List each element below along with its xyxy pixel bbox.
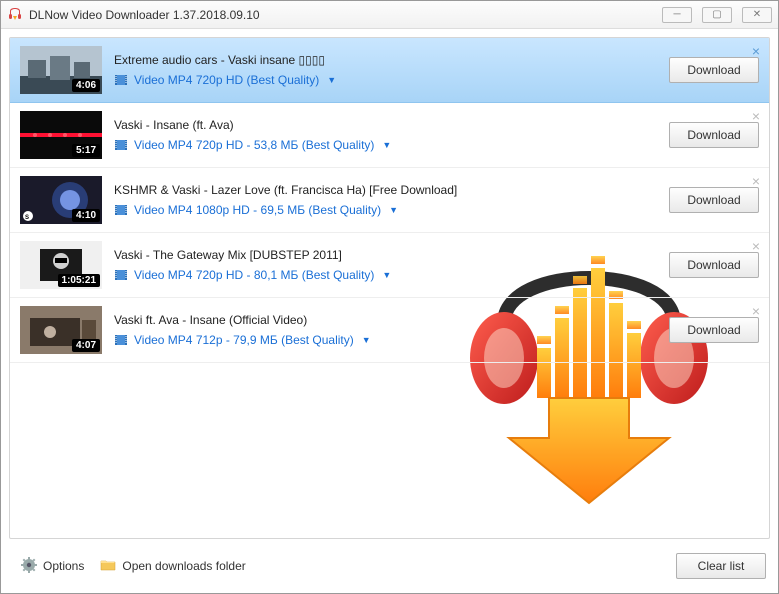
- chevron-down-icon: ▼: [389, 205, 398, 215]
- download-button[interactable]: Download: [669, 252, 759, 278]
- app-window: DLNow Video Downloader 1.37.2018.09.10 ─…: [0, 0, 779, 594]
- video-title: KSHMR & Vaski - Lazer Love (ft. Francisc…: [114, 183, 657, 197]
- app-icon: [7, 7, 23, 23]
- duration-badge: 1:05:21: [58, 274, 100, 287]
- video-list: × 4:06 Extreme audio cars - Vaski insane…: [9, 37, 770, 539]
- video-thumbnail: 4:06: [20, 46, 102, 94]
- content-area: × 4:06 Extreme audio cars - Vaski insane…: [1, 29, 778, 593]
- gear-icon: [21, 557, 37, 576]
- svg-text:S: S: [25, 215, 29, 221]
- item-body: KSHMR & Vaski - Lazer Love (ft. Francisc…: [114, 183, 657, 217]
- film-icon: [114, 138, 128, 152]
- item-body: Vaski ft. Ava - Insane (Official Video) …: [114, 313, 657, 347]
- format-label: Video MP4 720p HD - 53,8 МБ (Best Qualit…: [134, 138, 374, 152]
- list-item[interactable]: × 1:05:21 Vaski - The Gateway Mix [DUBST…: [10, 233, 769, 298]
- duration-badge: 4:06: [72, 79, 100, 92]
- format-selector[interactable]: Video MP4 720p HD - 53,8 МБ (Best Qualit…: [114, 138, 657, 152]
- format-label: Video MP4 712p - 79,9 МБ (Best Quality): [134, 333, 354, 347]
- remove-item-button[interactable]: ×: [749, 304, 763, 318]
- film-icon: [114, 333, 128, 347]
- film-icon: [114, 268, 128, 282]
- list-item[interactable]: × 4:07 Vaski ft. Ava - Insane (Official …: [10, 298, 769, 363]
- item-body: Extreme audio cars - Vaski insane ▯▯▯▯ V…: [114, 53, 657, 87]
- remove-item-button[interactable]: ×: [749, 239, 763, 253]
- download-button[interactable]: Download: [669, 187, 759, 213]
- chevron-down-icon: ▼: [362, 335, 371, 345]
- format-selector[interactable]: Video MP4 1080p HD - 69,5 МБ (Best Quali…: [114, 203, 657, 217]
- format-selector[interactable]: Video MP4 720p HD - 80,1 МБ (Best Qualit…: [114, 268, 657, 282]
- download-button[interactable]: Download: [669, 317, 759, 343]
- format-label: Video MP4 720p HD - 80,1 МБ (Best Qualit…: [134, 268, 374, 282]
- video-thumbnail: 1:05:21: [20, 241, 102, 289]
- options-button[interactable]: Options: [13, 553, 92, 580]
- open-folder-label: Open downloads folder: [122, 559, 245, 573]
- video-title: Vaski - The Gateway Mix [DUBSTEP 2011]: [114, 248, 657, 262]
- chevron-down-icon: ▼: [382, 140, 391, 150]
- film-icon: [114, 203, 128, 217]
- bottom-toolbar: Options Open downloads folder Clear list: [9, 547, 770, 585]
- open-downloads-folder-button[interactable]: Open downloads folder: [92, 553, 253, 580]
- video-thumbnail: 4:07: [20, 306, 102, 354]
- item-body: Vaski - Insane (ft. Ava) Video MP4 720p …: [114, 118, 657, 152]
- list-item[interactable]: × 5:17 Vaski - Insane (ft. Ava) Video MP…: [10, 103, 769, 168]
- download-button[interactable]: Download: [669, 57, 759, 83]
- minimize-button[interactable]: ─: [662, 7, 692, 23]
- maximize-button[interactable]: ▢: [702, 7, 732, 23]
- chevron-down-icon: ▼: [382, 270, 391, 280]
- format-selector[interactable]: Video MP4 720p HD (Best Quality) ▼: [114, 73, 657, 87]
- chevron-down-icon: ▼: [327, 75, 336, 85]
- format-selector[interactable]: Video MP4 712p - 79,9 МБ (Best Quality) …: [114, 333, 657, 347]
- options-label: Options: [43, 559, 84, 573]
- duration-badge: 5:17: [72, 144, 100, 157]
- window-controls: ─ ▢ ✕: [662, 7, 772, 23]
- video-thumbnail: S 4:10: [20, 176, 102, 224]
- list-item[interactable]: × 4:06 Extreme audio cars - Vaski insane…: [10, 38, 769, 103]
- titlebar: DLNow Video Downloader 1.37.2018.09.10 ─…: [1, 1, 778, 29]
- remove-item-button[interactable]: ×: [749, 109, 763, 123]
- format-label: Video MP4 1080p HD - 69,5 МБ (Best Quali…: [134, 203, 381, 217]
- clear-list-button[interactable]: Clear list: [676, 553, 766, 579]
- close-button[interactable]: ✕: [742, 7, 772, 23]
- video-title: Extreme audio cars - Vaski insane ▯▯▯▯: [114, 53, 657, 67]
- video-title: Vaski - Insane (ft. Ava): [114, 118, 657, 132]
- remove-item-button[interactable]: ×: [749, 44, 763, 58]
- format-label: Video MP4 720p HD (Best Quality): [134, 73, 319, 87]
- duration-badge: 4:07: [72, 339, 100, 352]
- video-title: Vaski ft. Ava - Insane (Official Video): [114, 313, 657, 327]
- download-button[interactable]: Download: [669, 122, 759, 148]
- window-title: DLNow Video Downloader 1.37.2018.09.10: [29, 8, 662, 22]
- duration-badge: 4:10: [72, 209, 100, 222]
- folder-icon: [100, 557, 116, 576]
- remove-item-button[interactable]: ×: [749, 174, 763, 188]
- item-body: Vaski - The Gateway Mix [DUBSTEP 2011] V…: [114, 248, 657, 282]
- list-item[interactable]: × S 4:10 KSHMR & Vaski - Lazer Love (ft.…: [10, 168, 769, 233]
- film-icon: [114, 73, 128, 87]
- video-thumbnail: 5:17: [20, 111, 102, 159]
